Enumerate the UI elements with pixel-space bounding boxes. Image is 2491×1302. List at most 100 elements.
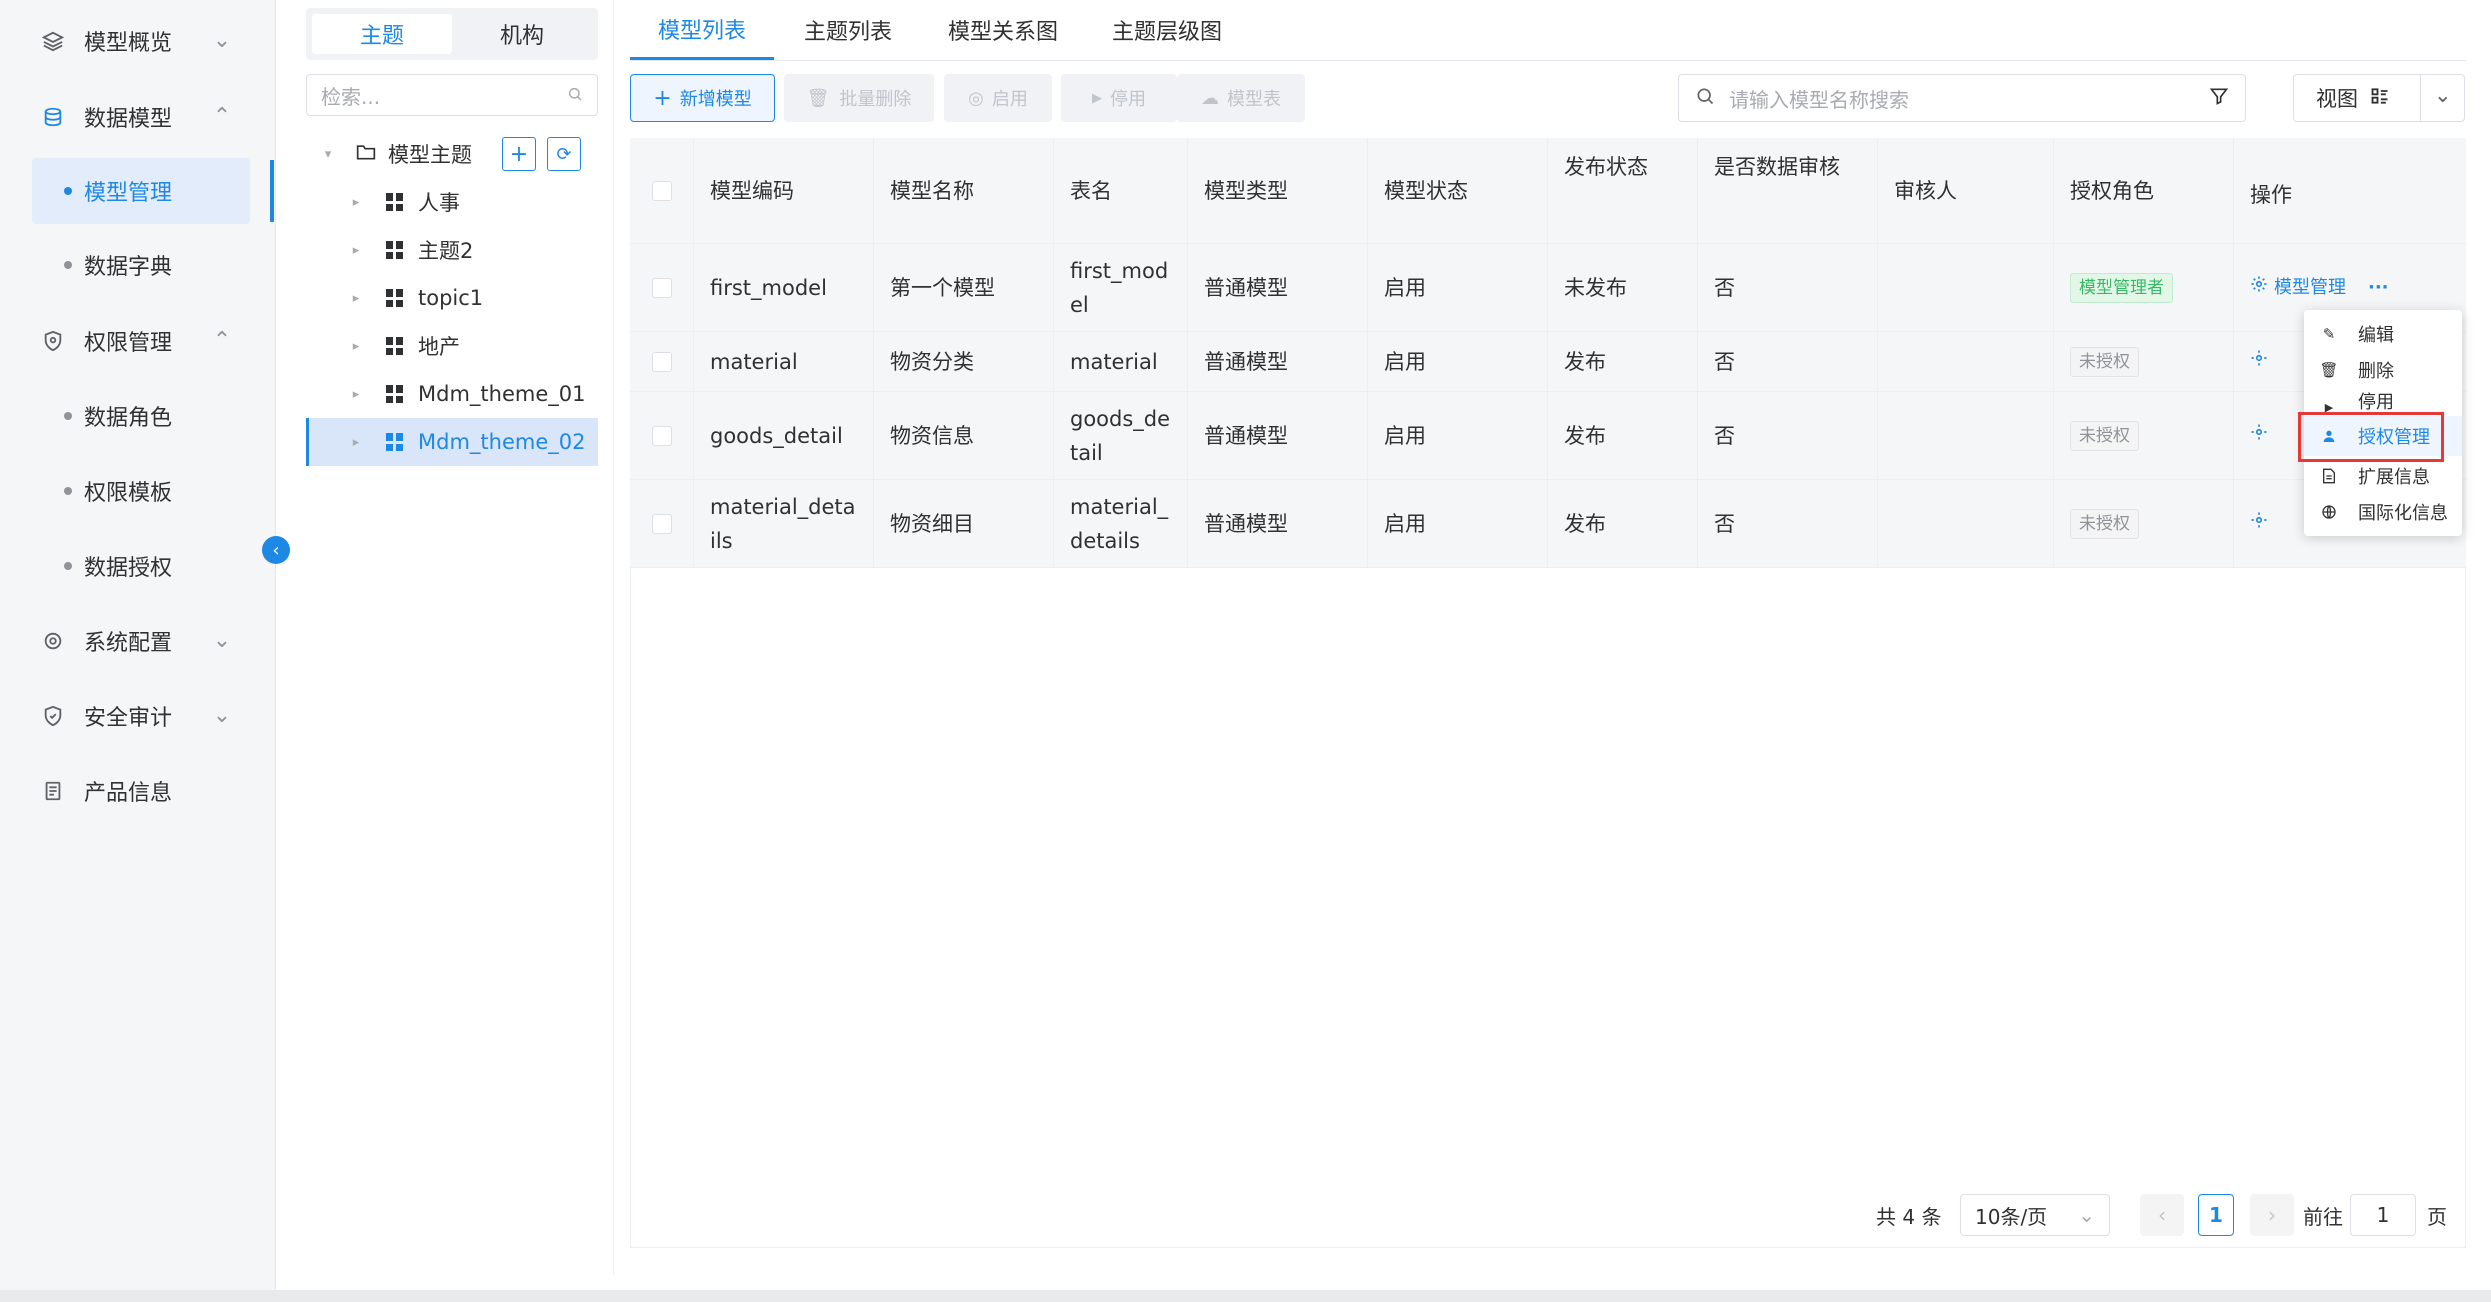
sidebar-item-product-info[interactable]: 产品信息: [0, 758, 276, 824]
row-checkbox[interactable]: [630, 332, 694, 391]
menu-item-disable[interactable]: ▶ 停用: [2304, 388, 2462, 414]
tab-model-list[interactable]: 模型列表: [630, 0, 774, 60]
cell-model-name: 物资信息: [874, 392, 1054, 479]
view-switch-button[interactable]: 视图 ⌄: [2293, 74, 2465, 122]
sidebar-item-data-dictionary[interactable]: 数据字典: [0, 232, 276, 298]
chevron-down-icon[interactable]: ⌄: [2434, 83, 2452, 107]
menu-item-edit[interactable]: ✎ 编辑: [2304, 316, 2462, 352]
sidebar-item-permission-management[interactable]: 权限管理 ⌃: [0, 308, 276, 374]
tree-search-input[interactable]: 检索...: [306, 74, 598, 116]
table-row[interactable]: material 物资分类 material 普通模型 启用 发布 否 未授权: [630, 332, 2466, 392]
tree-node-label: topic1: [418, 286, 484, 310]
file-icon: [2320, 468, 2338, 484]
cell-model-code: material_details: [694, 480, 874, 567]
column-header: 模型名称: [874, 138, 1054, 243]
tree-node-label: 人事: [418, 191, 460, 215]
cell-model-status: 启用: [1368, 244, 1548, 331]
batch-delete-button[interactable]: 🗑 批量删除: [784, 74, 934, 122]
tree-node-selected[interactable]: ▸ Mdm_theme_02: [306, 418, 598, 466]
tree-node[interactable]: ▸ 人事: [306, 178, 598, 226]
tree-node[interactable]: ▸ Mdm_theme_01: [306, 370, 598, 418]
cell-model-type: 普通模型: [1188, 480, 1368, 567]
menu-item-label: 编辑: [2358, 325, 2394, 346]
tree-node[interactable]: ▸ topic1: [306, 274, 598, 322]
caret-right-icon: ▸: [352, 290, 360, 306]
search-placeholder: 请输入模型名称搜索: [1729, 87, 1909, 112]
tab-topic-list[interactable]: 主题列表: [804, 0, 892, 60]
sidebar-item-data-role[interactable]: 数据角色: [0, 383, 276, 449]
search-icon: [1695, 86, 1715, 111]
table-row[interactable]: goods_detail 物资信息 goods_detail 普通模型 启用 发…: [630, 392, 2466, 480]
chevron-left-icon: ‹: [272, 539, 280, 561]
model-management-link[interactable]: [2250, 507, 2268, 541]
sidebar-item-permission-template[interactable]: 权限模板: [0, 458, 276, 524]
caret-right-icon: ▸: [352, 242, 360, 258]
row-checkbox[interactable]: [630, 480, 694, 567]
prev-page-button[interactable]: ‹: [2140, 1194, 2184, 1236]
column-header: 审核人: [1878, 138, 2054, 243]
cell-model-code: goods_detail: [694, 392, 874, 479]
cell-model-name: 物资细目: [874, 480, 1054, 567]
database-icon: [40, 104, 66, 130]
cell-auth-role: 未授权: [2054, 332, 2234, 391]
row-checkbox[interactable]: [630, 244, 694, 331]
caret-right-icon: ▸: [352, 434, 360, 450]
segment-organization[interactable]: 机构: [452, 14, 592, 54]
bullet-icon: [64, 412, 72, 420]
add-model-label: 新增模型: [679, 89, 752, 110]
page-number-current[interactable]: 1: [2198, 1194, 2234, 1236]
next-page-button[interactable]: ›: [2250, 1194, 2294, 1236]
model-management-link[interactable]: 模型管理: [2250, 271, 2346, 305]
goto-page-input[interactable]: 1: [2350, 1194, 2416, 1236]
search-icon: [567, 83, 583, 107]
sidebar-item-label: 产品信息: [84, 781, 173, 806]
enable-button[interactable]: ◎ 启用: [944, 74, 1052, 122]
add-model-button[interactable]: + 新增模型: [630, 74, 775, 122]
more-actions-button[interactable]: ···: [2368, 271, 2389, 305]
sidebar-item-data-model[interactable]: 数据模型 ⌃: [0, 84, 276, 150]
filter-icon[interactable]: [2209, 86, 2229, 111]
table-row[interactable]: first_model 第一个模型 first_model 普通模型 启用 未发…: [630, 244, 2466, 332]
sidebar-item-label: 权限管理: [84, 331, 173, 356]
select-all-checkbox[interactable]: [630, 138, 694, 243]
segment-topic[interactable]: 主题: [312, 14, 452, 54]
cell-model-type: 普通模型: [1188, 392, 1368, 479]
grid-icon: [386, 289, 404, 307]
trash-icon: 🗑: [2319, 361, 2339, 379]
menu-item-extended-info[interactable]: 扩展信息: [2304, 458, 2462, 494]
menu-item-authorization-management[interactable]: 授权管理: [2304, 416, 2462, 456]
sidebar-item-security-audit[interactable]: 安全审计 ⌄: [0, 683, 276, 749]
disable-button[interactable]: ▶ 停用: [1061, 74, 1177, 122]
cell-model-status: 启用: [1368, 480, 1548, 567]
cell-auth-role: 未授权: [2054, 480, 2234, 567]
table-row[interactable]: material_details 物资细目 material_details 普…: [630, 480, 2466, 568]
sidebar-item-label: 数据模型: [84, 107, 173, 132]
row-checkbox[interactable]: [630, 392, 694, 479]
sidebar-item-system-config[interactable]: 系统配置 ⌄: [0, 608, 276, 674]
model-table-button[interactable]: ☁ 模型表: [1177, 74, 1305, 122]
sidebar-item-model-management[interactable]: 模型管理: [32, 158, 250, 224]
model-management-link[interactable]: [2250, 419, 2268, 453]
menu-item-delete[interactable]: 🗑 删除: [2304, 352, 2462, 388]
sidebar-item-data-authorization[interactable]: 数据授权: [0, 533, 276, 599]
tree-node[interactable]: ▸ 地产: [306, 322, 598, 370]
page-size-select[interactable]: 10条/页 ⌄: [1960, 1194, 2110, 1236]
add-topic-button[interactable]: +: [502, 137, 536, 171]
tab-model-relation[interactable]: 模型关系图: [948, 0, 1058, 60]
cell-model-type: 普通模型: [1188, 244, 1368, 331]
model-search-input[interactable]: 请输入模型名称搜索: [1678, 74, 2246, 122]
menu-item-label: 国际化信息: [2358, 503, 2448, 524]
gear-icon: [2250, 345, 2268, 379]
collapse-sidebar-button[interactable]: ‹: [262, 536, 290, 564]
column-header: 操作: [2250, 182, 2292, 207]
sidebar-item-model-overview[interactable]: 模型概览 ⌄: [0, 8, 276, 74]
refresh-tree-button[interactable]: ⟳: [547, 137, 581, 171]
model-management-link[interactable]: [2250, 345, 2268, 379]
cell-data-audit: 否: [1698, 332, 1878, 391]
tree-node[interactable]: ▸ 主题2: [306, 226, 598, 274]
menu-item-i18n-info[interactable]: 国际化信息: [2304, 494, 2462, 530]
cell-publish-status: 发布: [1548, 392, 1698, 479]
sidebar-item-label: 模型概览: [84, 31, 173, 56]
tab-topic-hierarchy[interactable]: 主题层级图: [1112, 0, 1222, 60]
caret-right-icon: ▸: [352, 386, 360, 402]
